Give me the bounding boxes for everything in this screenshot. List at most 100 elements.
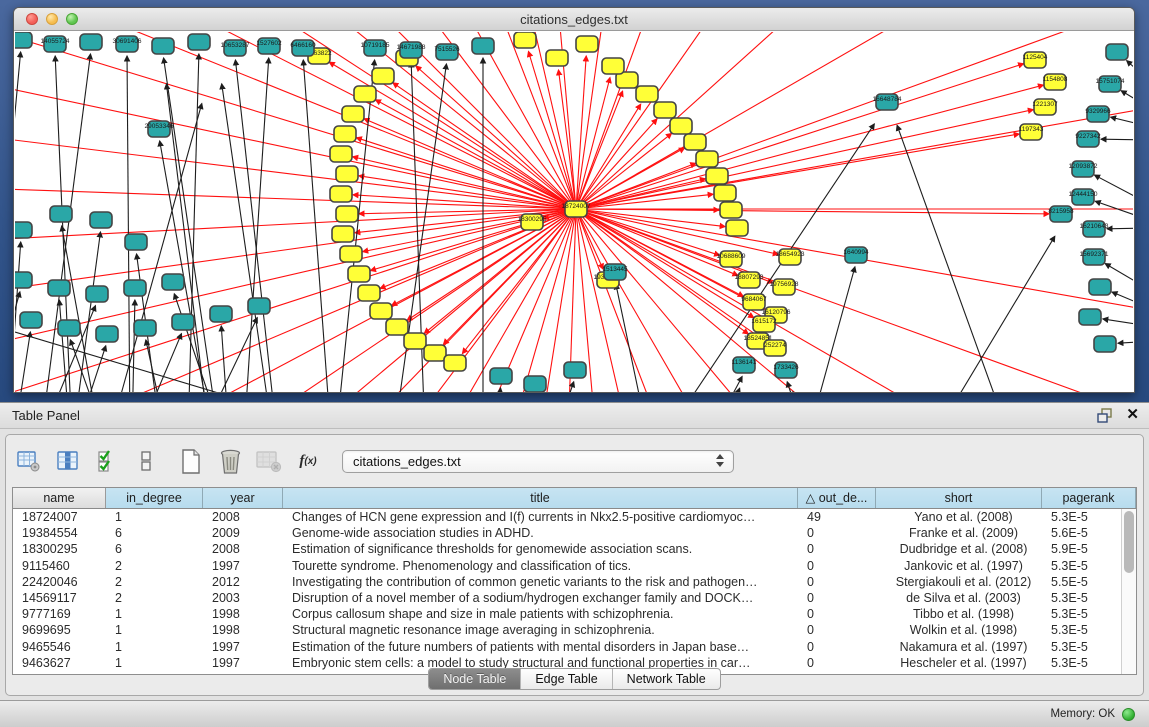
- network-edge-black[interactable]: [127, 56, 130, 392]
- cell-short[interactable]: Stergiakouli et al. (2012): [876, 574, 1042, 590]
- cell-in_degree[interactable]: 6: [106, 525, 203, 541]
- cell-name[interactable]: 22420046: [13, 574, 106, 590]
- network-node[interactable]: [370, 303, 392, 319]
- network-node[interactable]: [386, 319, 408, 335]
- cell-name[interactable]: 9699695: [13, 622, 106, 638]
- network-edge-black[interactable]: [555, 382, 574, 392]
- network-node[interactable]: [1106, 44, 1128, 60]
- cell-short[interactable]: Dudbridge et al. (2008): [876, 541, 1042, 557]
- network-node[interactable]: [80, 34, 102, 50]
- network-edge-black[interactable]: [1103, 319, 1133, 327]
- network-node[interactable]: [96, 326, 118, 342]
- cell-out_de[interactable]: 0: [798, 558, 876, 574]
- network-node[interactable]: [340, 246, 362, 262]
- network-node[interactable]: [348, 266, 370, 282]
- network-edge-red[interactable]: [576, 209, 720, 255]
- network-edge-red[interactable]: [576, 85, 1043, 209]
- cell-in_degree[interactable]: 2: [106, 574, 203, 590]
- network-node[interactable]: [726, 220, 748, 236]
- table-row[interactable]: 946554611997Estimation of the future num…: [13, 639, 1136, 655]
- network-edge-red[interactable]: [576, 209, 1042, 392]
- cell-out_de[interactable]: 0: [798, 639, 876, 655]
- network-node[interactable]: [444, 355, 466, 371]
- network-node[interactable]: [188, 34, 210, 50]
- network-edge-black[interactable]: [1101, 139, 1133, 140]
- cell-short[interactable]: Nakamura et al. (1997): [876, 639, 1042, 655]
- network-node[interactable]: [564, 362, 586, 378]
- network-node[interactable]: [670, 118, 692, 134]
- cell-year[interactable]: 2003: [203, 590, 283, 606]
- network-node[interactable]: [48, 280, 70, 296]
- cell-short[interactable]: de Silva et al. (2003): [876, 590, 1042, 606]
- network-edge-black[interactable]: [1094, 175, 1133, 207]
- network-edge-red[interactable]: [15, 32, 576, 209]
- network-edge-black[interactable]: [1118, 341, 1133, 343]
- table-row[interactable]: 1872400712008Changes of HCN gene express…: [13, 509, 1136, 525]
- network-node[interactable]: [334, 126, 356, 142]
- column-header-pagerank[interactable]: pagerank: [1042, 488, 1136, 508]
- tab-network-table[interactable]: Network Table: [613, 669, 720, 689]
- network-node[interactable]: [330, 146, 352, 162]
- network-edge-black[interactable]: [787, 382, 805, 392]
- cell-title[interactable]: Tourette syndrome. Phenomenology and cla…: [283, 558, 798, 574]
- cell-name[interactable]: 9777169: [13, 606, 106, 622]
- network-edge-red[interactable]: [576, 32, 1021, 209]
- network-edge-red[interactable]: [15, 32, 576, 209]
- network-node[interactable]: [706, 168, 728, 184]
- network-edge-black[interactable]: [1111, 117, 1133, 128]
- cell-title[interactable]: Genome-wide association studies in ADHD.: [283, 525, 798, 541]
- cell-year[interactable]: 1998: [203, 606, 283, 622]
- network-edge-red[interactable]: [15, 32, 576, 209]
- network-node[interactable]: [514, 32, 536, 48]
- network-edge-black[interactable]: [1112, 292, 1133, 310]
- network-node[interactable]: [134, 320, 156, 336]
- cell-title[interactable]: Structural magnetic resonance image aver…: [283, 622, 798, 638]
- table-vertical-scrollbar[interactable]: [1121, 509, 1136, 674]
- network-edge-red[interactable]: [15, 32, 576, 209]
- network-edge-red[interactable]: [15, 32, 576, 209]
- network-edge-red[interactable]: [15, 164, 576, 209]
- table-selector-dropdown[interactable]: citations_edges.txt: [342, 450, 734, 473]
- network-node[interactable]: [472, 38, 494, 54]
- network-edge-black[interactable]: [1121, 91, 1133, 111]
- network-node[interactable]: [248, 298, 270, 314]
- network-edge-black[interactable]: [925, 236, 1055, 392]
- network-edge-black[interactable]: [808, 267, 855, 392]
- network-edge-red[interactable]: [416, 66, 576, 209]
- network-edge-black[interactable]: [164, 58, 219, 392]
- scrollbar-thumb[interactable]: [1124, 511, 1134, 573]
- cell-out_de[interactable]: 0: [798, 606, 876, 622]
- network-edge-black[interactable]: [616, 284, 648, 392]
- network-node[interactable]: [20, 312, 42, 328]
- cell-out_de[interactable]: 0: [798, 525, 876, 541]
- cell-title[interactable]: Investigating the contribution of common…: [283, 574, 798, 590]
- cell-short[interactable]: Tibbo et al. (1998): [876, 606, 1042, 622]
- network-node[interactable]: [332, 226, 354, 242]
- network-edge-black[interactable]: [303, 60, 331, 392]
- network-edge-black[interactable]: [138, 334, 181, 392]
- cell-title[interactable]: Disruption of a novel member of a sodium…: [283, 590, 798, 606]
- cell-in_degree[interactable]: 1: [106, 509, 203, 525]
- column-header-year[interactable]: year: [203, 488, 283, 508]
- table-row[interactable]: 977716911998Corpus callosum shape and si…: [13, 606, 1136, 622]
- cell-title[interactable]: Corpus callosum shape and size in male p…: [283, 606, 798, 622]
- network-node[interactable]: [50, 206, 72, 222]
- column-header-name[interactable]: name: [13, 488, 106, 508]
- network-node[interactable]: [336, 206, 358, 222]
- network-node[interactable]: [162, 274, 184, 290]
- network-node[interactable]: [15, 272, 32, 288]
- cell-in_degree[interactable]: 2: [106, 590, 203, 606]
- network-edge-red[interactable]: [576, 110, 1033, 209]
- network-edge-red[interactable]: [15, 51, 576, 209]
- network-edge-black[interactable]: [15, 332, 404, 392]
- network-node[interactable]: [330, 186, 352, 202]
- network-node[interactable]: [576, 36, 598, 52]
- network-node[interactable]: [524, 376, 546, 392]
- rows-icon[interactable]: [133, 448, 159, 474]
- cell-name[interactable]: 18300295: [13, 541, 106, 557]
- cell-year[interactable]: 1998: [203, 622, 283, 638]
- network-edge-red[interactable]: [462, 209, 576, 354]
- cell-short[interactable]: Jankovic et al. (1997): [876, 558, 1042, 574]
- network-node[interactable]: [654, 102, 676, 118]
- network-edge-black[interactable]: [1127, 61, 1133, 86]
